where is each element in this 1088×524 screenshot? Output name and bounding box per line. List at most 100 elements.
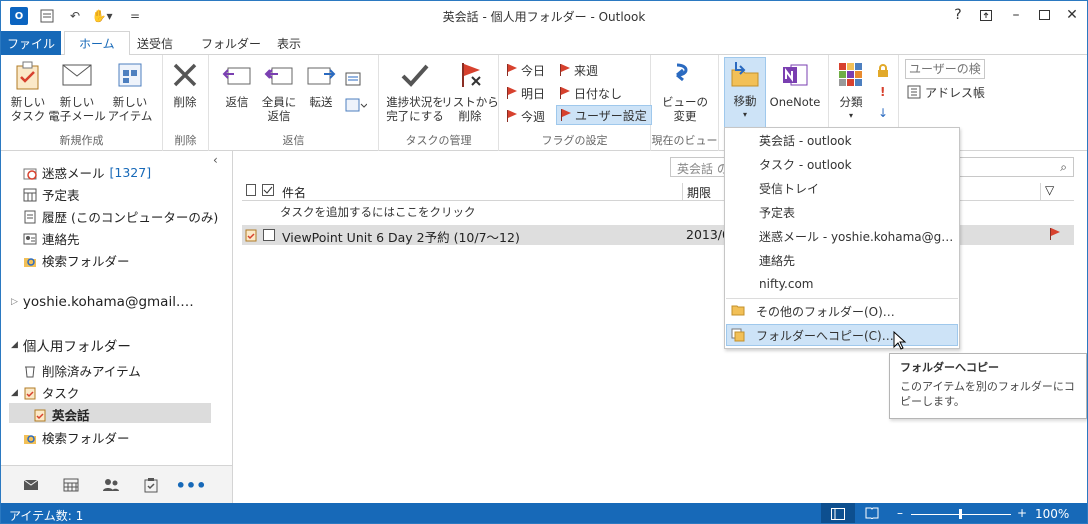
move-menu-item-eikaiwa[interactable]: 英会話 - outlook xyxy=(726,129,958,151)
flag-custom-button[interactable]: ユーザー設定 xyxy=(556,105,652,125)
onenote-label: OneNote xyxy=(769,95,821,109)
tab-file[interactable]: ファイル xyxy=(1,31,61,55)
due-column-header[interactable]: 期限 xyxy=(682,183,711,201)
group-flags: 今日 明日 今週 来週 日付なし ユーザー設定 フラグの設定 xyxy=(499,55,652,151)
zoom-in-icon[interactable]: + xyxy=(1017,506,1027,520)
tasks-nav-icon[interactable] xyxy=(141,475,161,495)
flag-icon xyxy=(560,64,570,76)
collapse-arrow-icon: ◢ xyxy=(11,340,18,350)
complete-column-header[interactable] xyxy=(262,184,274,196)
flag-no-date-button[interactable]: 日付なし xyxy=(560,83,622,103)
high-importance-icon[interactable]: ! xyxy=(880,82,885,102)
close-button[interactable]: ✕ xyxy=(1061,5,1083,25)
folder-eikaiwa[interactable]: 英会話 xyxy=(33,405,90,424)
group-reply: 返信 全員に 返信 転送 返信 xyxy=(209,55,379,151)
move-menu-item-contacts[interactable]: 連絡先 xyxy=(726,249,958,271)
calendar-nav-icon[interactable] xyxy=(61,475,81,495)
change-view-button[interactable]: ビューの 変更 xyxy=(659,59,711,131)
flag-tomorrow-button[interactable]: 明日 xyxy=(507,83,545,103)
move-menu-item-nifty[interactable]: nifty.com xyxy=(726,273,958,295)
zoom-slider-thumb[interactable] xyxy=(959,509,962,519)
tab-send-receive[interactable]: 送受信 xyxy=(123,31,187,55)
ribbon-display-icon[interactable] xyxy=(975,5,997,25)
personal-folders-header[interactable]: ◢ 個人用フォルダー xyxy=(11,335,131,355)
new-items-button[interactable]: 新しい アイテム xyxy=(104,59,156,131)
tab-folder[interactable]: フォルダー xyxy=(187,31,275,55)
title-bar: O ↶ ✋▾ = 英会話 - 個人用フォルダー - Outlook ? – ✕ xyxy=(1,1,1087,31)
task-subject: ViewPoint Unit 6 Day 2予約 (10/7〜12) xyxy=(282,230,520,245)
move-label: 移動 xyxy=(733,94,757,108)
move-menu-item-tasks[interactable]: タスク - outlook xyxy=(726,153,958,175)
search-icon[interactable]: ⌕ xyxy=(1060,160,1067,175)
move-dropdown-menu: 英会話 - outlook タスク - outlook 受信トレイ 予定表 迷惑… xyxy=(724,127,960,349)
task-icon xyxy=(245,228,257,242)
folder-history[interactable]: 履歴 (このコンピューターのみ) xyxy=(23,207,218,226)
calendar-icon xyxy=(23,188,37,202)
address-book-button[interactable]: アドレス帳 xyxy=(907,82,985,102)
low-importance-icon[interactable]: ↓ xyxy=(878,103,888,123)
zoom-level[interactable]: 100% xyxy=(1035,507,1069,521)
move-menu-item-junk[interactable]: 迷惑メール - yoshie.kohama@g… xyxy=(726,225,958,247)
meeting-icon[interactable] xyxy=(345,69,361,89)
forward-label: 転送 xyxy=(309,95,333,109)
new-email-button[interactable]: 新しい 電子メール xyxy=(48,59,106,131)
account-header[interactable]: ▷ yoshie.kohama@gmail.… xyxy=(11,294,194,310)
tab-home[interactable]: ホーム xyxy=(64,31,130,56)
group-reply-label: 返信 xyxy=(282,134,305,147)
move-menu-item-calendar[interactable]: 予定表 xyxy=(726,201,958,223)
mark-complete-button[interactable]: 進捗状況を 完了にする xyxy=(383,59,447,131)
flag-today-button[interactable]: 今日 xyxy=(507,60,545,80)
flag-next-week-label: 来週 xyxy=(574,63,599,78)
maximize-button[interactable] xyxy=(1033,5,1055,25)
move-menu-item-inbox[interactable]: 受信トレイ xyxy=(726,177,958,199)
personal-folders-label: 個人用フォルダー xyxy=(22,339,131,355)
folder-search-2[interactable]: 検索フォルダー xyxy=(23,428,130,447)
normal-view-icon[interactable] xyxy=(821,503,855,523)
move-menu-other-folder[interactable]: その他のフォルダー(O)… xyxy=(726,300,958,322)
more-respond-icon[interactable] xyxy=(345,95,367,115)
task-complete-checkbox[interactable] xyxy=(263,229,275,241)
search-people-input[interactable] xyxy=(905,59,985,79)
forward-icon xyxy=(305,59,337,91)
forward-button[interactable]: 転送 xyxy=(295,59,347,131)
move-button[interactable]: 移動 ▾ xyxy=(724,57,766,129)
group-view: ビューの 変更 現在のビュー xyxy=(651,55,719,151)
zoom-out-icon[interactable]: – xyxy=(897,506,903,520)
account-label: yoshie.kohama@gmail.… xyxy=(22,294,194,310)
flag-next-week-button[interactable]: 来週 xyxy=(560,60,598,80)
move-menu-copy-to-folder[interactable]: フォルダーへコピー(C)… xyxy=(726,324,958,346)
flag-this-week-button[interactable]: 今週 xyxy=(507,106,545,126)
subject-column-header[interactable]: 件名 xyxy=(282,184,306,201)
categorize-button[interactable]: 分類 ▾ xyxy=(825,59,877,131)
onenote-button[interactable]: OneNote xyxy=(767,59,823,131)
icon-column-header[interactable] xyxy=(246,184,256,196)
tooltip-body: このアイテムを別のフォルダーにコピーします。 xyxy=(900,380,1075,408)
search-folder-icon xyxy=(23,431,37,445)
more-nav-icon[interactable]: ••• xyxy=(176,475,207,495)
folder-junk[interactable]: 迷惑メール [1327] xyxy=(23,163,151,182)
remove-from-list-button[interactable]: リストから 削除 xyxy=(441,59,499,131)
private-lock-icon[interactable] xyxy=(877,61,889,81)
delete-button[interactable]: 削除 xyxy=(159,59,211,131)
contacts-icon xyxy=(23,232,37,246)
flag-column-header[interactable]: ▽ xyxy=(1040,183,1054,201)
folder-calendar[interactable]: 予定表 xyxy=(23,185,80,204)
new-task-button[interactable]: 新しい タスク xyxy=(2,59,54,131)
status-bar: アイテム数: 1 – + 100% xyxy=(1,503,1087,523)
flag-icon xyxy=(560,87,570,99)
categorize-dropdown-icon: ▾ xyxy=(848,111,853,120)
reply-label: 返信 xyxy=(225,95,249,109)
folder-tasks[interactable]: ◢ タスク xyxy=(11,383,79,402)
collapse-pane-icon[interactable]: ‹ xyxy=(213,153,218,167)
reading-view-icon[interactable] xyxy=(865,507,879,519)
folder-deleted[interactable]: 削除済みアイテム xyxy=(23,361,141,380)
people-nav-icon[interactable] xyxy=(101,475,121,495)
minimize-button[interactable]: – xyxy=(1005,5,1027,25)
task-flag-icon[interactable] xyxy=(1050,228,1060,243)
folder-contacts-label: 連絡先 xyxy=(42,232,80,247)
folder-contacts[interactable]: 連絡先 xyxy=(23,229,80,248)
tab-view[interactable]: 表示 xyxy=(263,31,315,55)
help-button[interactable]: ? xyxy=(947,5,969,25)
folder-search[interactable]: 検索フォルダー xyxy=(23,251,130,270)
mail-nav-icon[interactable] xyxy=(21,475,41,495)
